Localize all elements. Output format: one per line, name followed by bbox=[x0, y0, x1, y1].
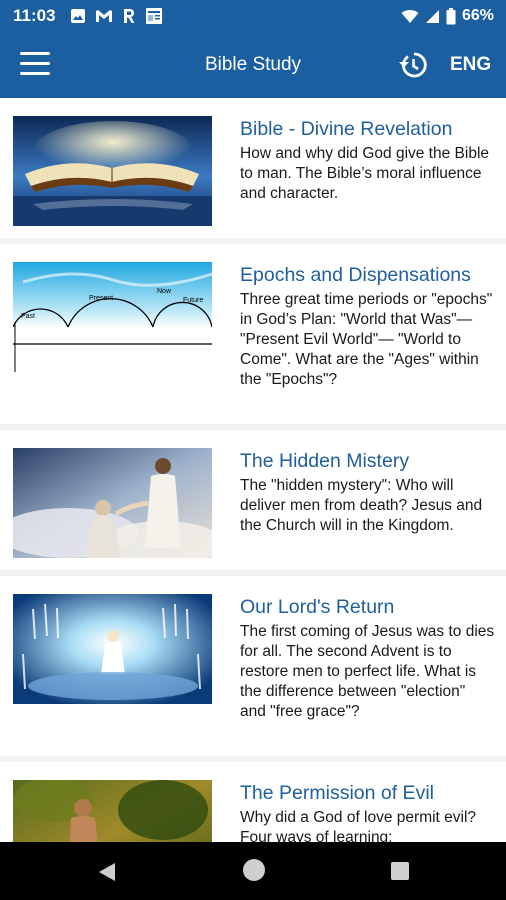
lesson-item-the-permission-of-evil[interactable]: The Permission of Evil Why did a God of … bbox=[0, 762, 506, 842]
language-button[interactable]: ENG bbox=[450, 54, 491, 76]
system-navigation-bar bbox=[0, 842, 506, 900]
status-time: 11:03 bbox=[13, 6, 56, 25]
r-app-icon bbox=[123, 9, 135, 23]
back-triangle-icon[interactable] bbox=[98, 862, 116, 882]
gmail-icon bbox=[95, 10, 112, 22]
lesson-item-epochs-and-dispensations[interactable]: Past Present Now Future Epochs and Dispe… bbox=[0, 244, 506, 424]
lesson-title: Our Lord's Return bbox=[240, 596, 395, 618]
lesson-title: The Permission of Evil bbox=[240, 782, 434, 804]
lesson-description: The "hidden mystery": Who will deliver m… bbox=[240, 477, 483, 534]
lesson-thumbnail-open-bible bbox=[13, 116, 212, 226]
home-circle-icon[interactable] bbox=[243, 859, 265, 881]
lesson-thumbnail-epochs-chart: Past Present Now Future bbox=[13, 262, 212, 372]
lesson-title: The Hidden Mistery bbox=[240, 450, 410, 472]
lesson-title: Bible - Divine Revelation bbox=[240, 118, 453, 140]
app-bar: Bible Study ENG bbox=[0, 32, 506, 98]
lesson-title: Epochs and Dispensations bbox=[240, 264, 471, 286]
lesson-thumbnail-second-advent bbox=[13, 594, 212, 704]
lesson-list: Bible - Divine Revelation How and why di… bbox=[0, 98, 506, 842]
battery-percent: 66% bbox=[461, 7, 494, 24]
lesson-description: The first coming of Jesus was to dies fo… bbox=[240, 623, 495, 720]
lesson-item-bible-divine-revelation[interactable]: Bible - Divine Revelation How and why di… bbox=[0, 98, 506, 238]
lesson-item-the-hidden-mistery[interactable]: The Hidden Mistery The "hidden mystery":… bbox=[0, 430, 506, 570]
epoch-label-future: Future bbox=[183, 297, 203, 304]
epoch-label-now: Now bbox=[157, 288, 172, 295]
lesson-description: Why did a God of love permit evil? Four … bbox=[240, 809, 477, 842]
lesson-item-our-lords-return[interactable]: Our Lord's Return The first coming of Je… bbox=[0, 576, 506, 756]
epoch-label-present: Present bbox=[89, 295, 113, 302]
news-app-icon bbox=[145, 8, 162, 24]
app-title: Bible Study bbox=[204, 54, 302, 75]
status-bar: 11:03 66% bbox=[0, 0, 506, 32]
notification-icons bbox=[70, 7, 163, 25]
epoch-label-past: Past bbox=[21, 313, 35, 320]
signal-icon bbox=[425, 9, 439, 23]
lesson-description: How and why did God give the Bible to ma… bbox=[240, 145, 490, 202]
history-icon[interactable] bbox=[398, 50, 428, 80]
photo-icon bbox=[70, 9, 85, 23]
system-status: 66% bbox=[401, 7, 494, 25]
battery-icon bbox=[446, 7, 456, 24]
wifi-icon bbox=[401, 9, 419, 23]
lesson-thumbnail-jesus-helping bbox=[13, 448, 212, 558]
recent-square-icon[interactable] bbox=[391, 862, 409, 880]
lesson-thumbnail-adam-and-eve bbox=[13, 780, 212, 842]
lesson-description: Three great time periods or "epochs" in … bbox=[240, 291, 493, 388]
